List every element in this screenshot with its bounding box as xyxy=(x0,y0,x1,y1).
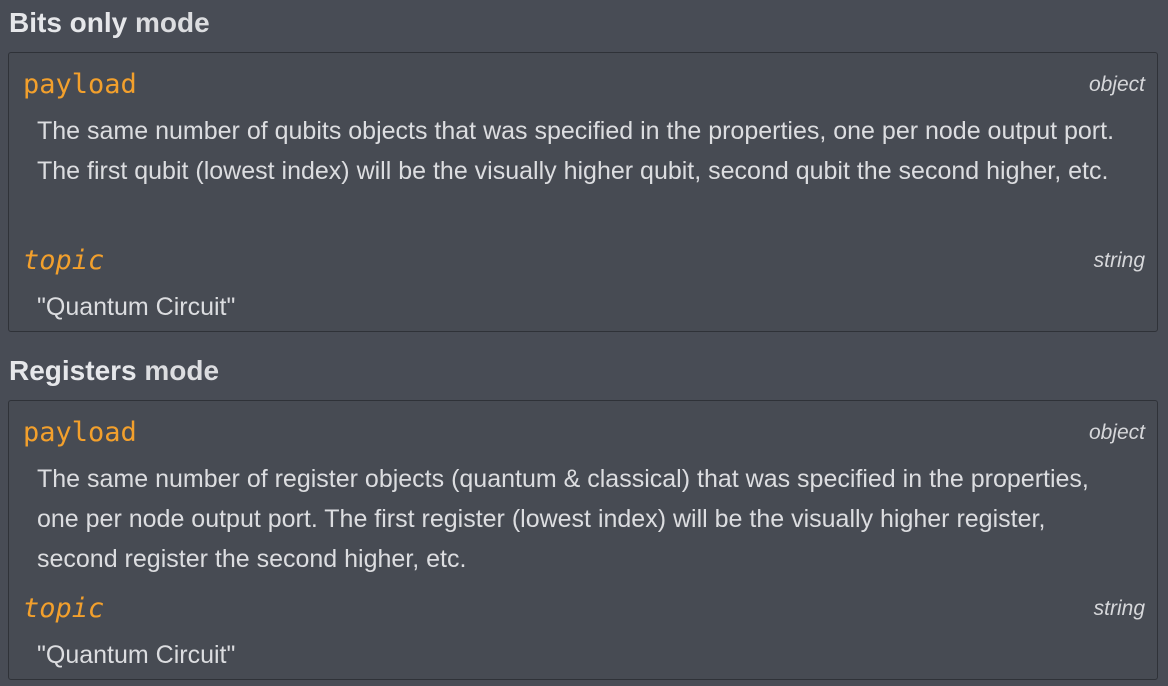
section-title-bits-only: Bits only mode xyxy=(9,7,210,38)
outputs-box-bits-only: payload object The same number of qubits… xyxy=(8,52,1158,332)
property-type: string xyxy=(1093,597,1145,620)
outputs-box-registers: payload object The same number of regist… xyxy=(8,400,1158,680)
property-type: string xyxy=(1093,249,1145,272)
property-type: object xyxy=(1088,421,1145,444)
property-header-payload: payload object xyxy=(23,67,1145,103)
section-title-registers: Registers mode xyxy=(9,355,220,386)
property-header-topic: topic string xyxy=(23,243,1145,279)
property-header-payload: payload object xyxy=(23,415,1145,451)
property-description: The same number of register objects (qua… xyxy=(37,465,1089,573)
property-name-topic: topic xyxy=(23,245,105,276)
property-description: "Quantum Circuit" xyxy=(37,293,236,321)
property-description: The same number of qubits objects that w… xyxy=(37,117,1115,185)
property-name-payload: payload xyxy=(23,417,137,448)
property-type: object xyxy=(1088,73,1145,96)
property-header-topic: topic string xyxy=(23,591,1145,627)
property-description: "Quantum Circuit" xyxy=(37,641,236,669)
property-name-topic: topic xyxy=(23,593,105,624)
property-name-payload: payload xyxy=(23,69,137,100)
